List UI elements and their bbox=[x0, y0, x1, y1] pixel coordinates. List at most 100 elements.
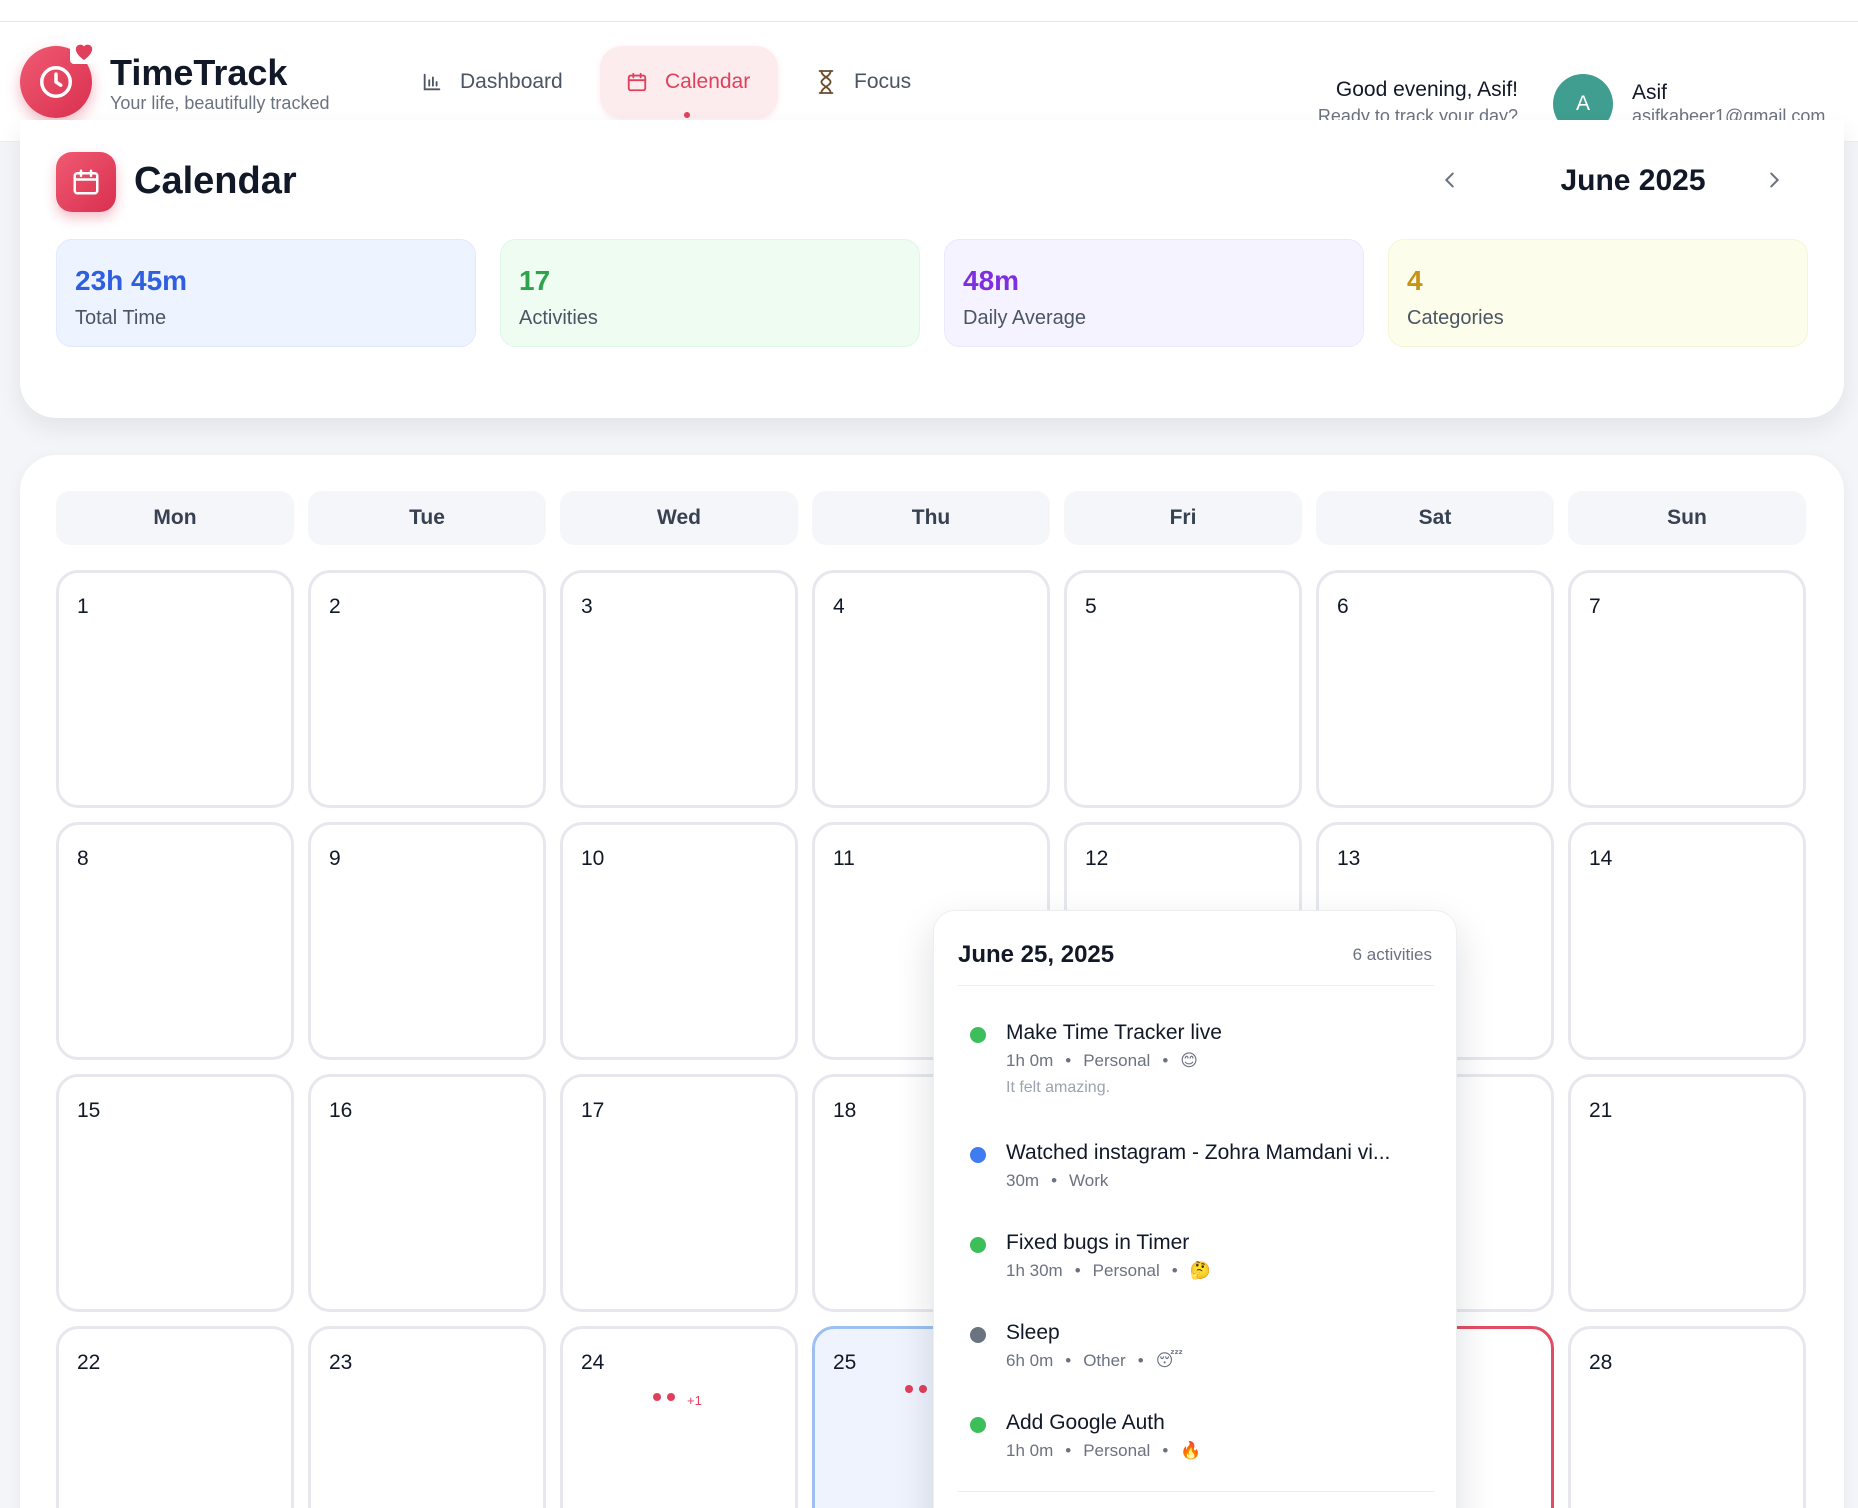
nav-calendar[interactable]: Calendar bbox=[600, 46, 778, 118]
day-number: 6 bbox=[1337, 595, 1349, 618]
meta-separator: • bbox=[1162, 1441, 1169, 1460]
nav-dashboard-label: Dashboard bbox=[460, 70, 563, 93]
stat-label: Daily Average bbox=[963, 307, 1087, 329]
day-number: 10 bbox=[581, 847, 605, 870]
activity-meta: 6h 0m • Other • 😴 bbox=[1006, 1351, 1183, 1371]
day-cell[interactable]: 2 bbox=[308, 570, 546, 808]
day-cell[interactable]: 3 bbox=[560, 570, 798, 808]
divider bbox=[958, 985, 1434, 986]
weekday-header: Tue bbox=[308, 491, 546, 545]
day-number: 23 bbox=[329, 1351, 353, 1374]
app-name: TimeTrack bbox=[110, 52, 288, 93]
day-number: 16 bbox=[329, 1099, 353, 1122]
meta-separator: • bbox=[1065, 1441, 1072, 1460]
activity-item[interactable]: Fixed bugs in Timer 1h 30m • Personal • 🤔 bbox=[958, 1231, 1434, 1291]
category-dot bbox=[970, 1327, 986, 1343]
day-number: 9 bbox=[329, 847, 341, 870]
nav-focus[interactable]: Focus bbox=[810, 46, 940, 118]
day-cell[interactable]: 8 bbox=[56, 822, 294, 1060]
day-cell[interactable]: 28 bbox=[1568, 1326, 1806, 1508]
day-cell[interactable]: 10 bbox=[560, 822, 798, 1060]
activity-item[interactable]: Watched instagram - Zohra Mamdani vi... … bbox=[958, 1141, 1434, 1201]
meta-separator: • bbox=[1137, 1351, 1144, 1370]
day-cell[interactable]: 16 bbox=[308, 1074, 546, 1312]
weekday-header: Fri bbox=[1064, 491, 1302, 545]
activity-item[interactable]: Add Google Auth 1h 0m • Personal • 🔥 bbox=[958, 1411, 1434, 1471]
day-number: 28 bbox=[1589, 1351, 1613, 1374]
day-cell[interactable]: 1 bbox=[56, 570, 294, 808]
day-number: 7 bbox=[1589, 595, 1601, 618]
activity-item[interactable]: Make Time Tracker live 1h 0m • Personal • 😊 … bbox=[958, 1021, 1434, 1111]
heart-icon bbox=[70, 38, 98, 64]
day-number: 21 bbox=[1589, 1099, 1613, 1122]
day-number: 11 bbox=[833, 847, 855, 870]
nav-focus-label: Focus bbox=[854, 70, 912, 93]
stat-label: Categories bbox=[1407, 307, 1504, 329]
app-tagline: Your life, beautifully tracked bbox=[110, 93, 330, 113]
page-title: Calendar bbox=[134, 160, 297, 202]
window-top-strip bbox=[0, 0, 1858, 22]
activity-duration: 1h 30m bbox=[1006, 1261, 1063, 1280]
activity-dot bbox=[905, 1385, 913, 1393]
stat-label: Activities bbox=[519, 307, 598, 329]
day-cell[interactable]: 7 bbox=[1568, 570, 1806, 808]
hourglass-icon bbox=[814, 70, 838, 94]
activity-dots bbox=[905, 1385, 933, 1393]
stat-label: Total Time bbox=[75, 307, 167, 329]
activity-category: Other bbox=[1083, 1351, 1126, 1370]
weekday-header: Sun bbox=[1568, 491, 1806, 545]
day-cell[interactable]: 6 bbox=[1316, 570, 1554, 808]
meta-separator: • bbox=[1074, 1261, 1081, 1280]
stat-value: 48m bbox=[963, 265, 1020, 296]
day-number: 8 bbox=[77, 847, 89, 870]
calendar-icon bbox=[625, 70, 649, 94]
activity-title: Fixed bugs in Timer bbox=[1006, 1231, 1190, 1254]
activity-dots: +1 bbox=[653, 1385, 702, 1408]
meta-separator: • bbox=[1065, 1351, 1072, 1370]
stat-total-time: 23h 45m Total Time bbox=[56, 239, 476, 347]
calendar-grid: Mon Tue Wed Thu Fri Sat Sun 1 2 3 4 5 6 … bbox=[20, 455, 1844, 1508]
popover-activity-count: 6 activities bbox=[1352, 945, 1432, 964]
activity-duration: 1h 0m bbox=[1006, 1441, 1054, 1460]
day-cell[interactable]: 24 +1 bbox=[560, 1326, 798, 1508]
day-number: 3 bbox=[581, 595, 593, 618]
activity-duration: 1h 0m bbox=[1006, 1051, 1054, 1070]
nav-dashboard[interactable]: Dashboard bbox=[410, 46, 580, 118]
day-number: 13 bbox=[1337, 847, 1361, 870]
activity-meta: 1h 0m • Personal • 🔥 bbox=[1006, 1441, 1201, 1461]
day-cell[interactable]: 15 bbox=[56, 1074, 294, 1312]
day-number: 4 bbox=[833, 595, 845, 618]
meta-separator: • bbox=[1065, 1051, 1072, 1070]
day-cell[interactable]: 22 bbox=[56, 1326, 294, 1508]
day-cell[interactable]: 21 bbox=[1568, 1074, 1806, 1312]
calendar-icon bbox=[56, 152, 116, 212]
activity-title: Make Time Tracker live bbox=[1006, 1021, 1222, 1044]
day-number: 1 bbox=[77, 595, 89, 618]
day-cell[interactable]: 9 bbox=[308, 822, 546, 1060]
activity-item[interactable]: Sleep 6h 0m • Other • 😴 bbox=[958, 1321, 1434, 1381]
user-name: Asif bbox=[1632, 81, 1668, 104]
day-cell[interactable]: 17 bbox=[560, 1074, 798, 1312]
activity-meta: 1h 30m • Personal • 🤔 bbox=[1006, 1261, 1211, 1281]
day-cell[interactable]: 14 bbox=[1568, 822, 1806, 1060]
activity-meta: 30m • Work bbox=[1006, 1171, 1108, 1191]
activity-mood-icon: 🤔 bbox=[1189, 1261, 1211, 1280]
day-cell[interactable]: 5 bbox=[1064, 570, 1302, 808]
activity-meta: 1h 0m • Personal • 😊 bbox=[1006, 1051, 1198, 1071]
prev-month-button[interactable] bbox=[1430, 160, 1470, 200]
day-number: 22 bbox=[77, 1351, 101, 1374]
bar-chart-icon bbox=[420, 70, 444, 94]
weekday-header: Mon bbox=[56, 491, 294, 545]
day-cell[interactable]: 23 bbox=[308, 1326, 546, 1508]
greeting-title: Good evening, Asif! bbox=[1335, 78, 1518, 101]
day-cell[interactable]: 4 bbox=[812, 570, 1050, 808]
next-month-button[interactable] bbox=[1754, 160, 1794, 200]
weekday-header: Thu bbox=[812, 491, 1050, 545]
stat-value: 4 bbox=[1407, 265, 1423, 296]
divider bbox=[958, 1491, 1434, 1492]
stat-value: 17 bbox=[519, 265, 551, 296]
stat-activities: 17 Activities bbox=[500, 239, 920, 347]
activity-title: Sleep bbox=[1006, 1321, 1060, 1344]
activity-dot bbox=[919, 1385, 927, 1393]
activity-title: Watched instagram - Zohra Mamdani vi... bbox=[1006, 1141, 1391, 1164]
